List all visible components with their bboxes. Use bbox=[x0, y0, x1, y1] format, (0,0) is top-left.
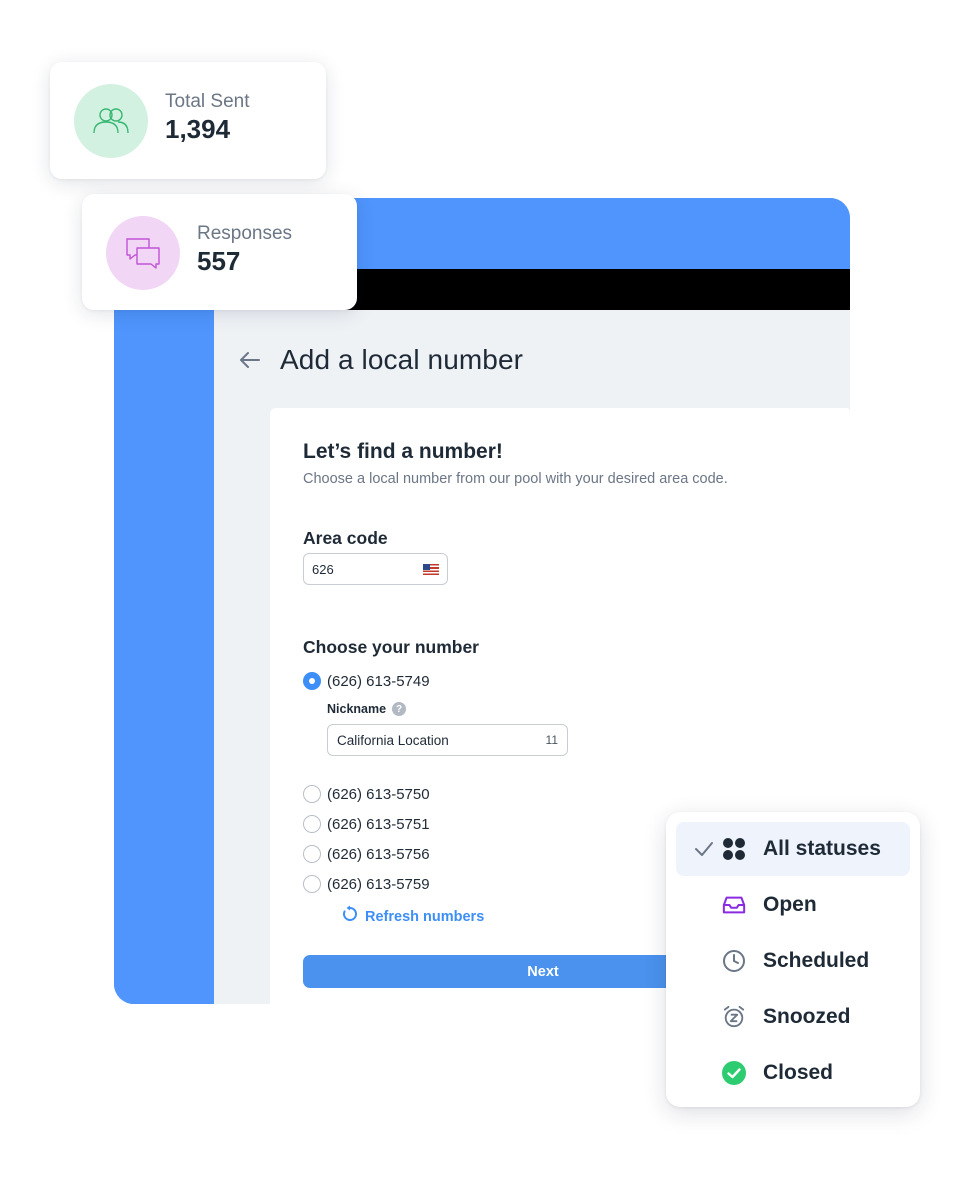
status-label-all: All statuses bbox=[763, 837, 881, 860]
number-option-label: (626) 613-5751 bbox=[327, 815, 430, 833]
number-option-label: (626) 613-5750 bbox=[327, 785, 430, 803]
number-option[interactable]: (626) 613-5749 bbox=[303, 672, 430, 690]
users-icon bbox=[74, 84, 148, 158]
responses-value: 557 bbox=[197, 246, 241, 276]
area-code-input[interactable]: 626 bbox=[303, 553, 448, 585]
chat-bubbles-icon bbox=[106, 216, 180, 290]
refresh-icon bbox=[341, 905, 359, 928]
status-item-open[interactable]: Open bbox=[676, 878, 910, 932]
arrow-left-icon[interactable] bbox=[238, 348, 262, 372]
nickname-input[interactable]: California Location 11 bbox=[327, 724, 568, 756]
radio-unselected[interactable] bbox=[303, 875, 321, 893]
nickname-label: Nickname ? bbox=[327, 702, 407, 716]
radio-selected[interactable] bbox=[303, 672, 321, 690]
nickname-char-count: 11 bbox=[545, 733, 558, 747]
radio-unselected[interactable] bbox=[303, 845, 321, 863]
responses-card: Responses 557 bbox=[82, 194, 357, 310]
refresh-numbers-label: Refresh numbers bbox=[365, 908, 485, 925]
check-circle-icon bbox=[722, 1061, 746, 1085]
number-option-label: (626) 613-5759 bbox=[327, 875, 430, 893]
status-item-scheduled[interactable]: Scheduled bbox=[676, 934, 910, 988]
total-sent-value: 1,394 bbox=[165, 114, 231, 144]
inbox-icon bbox=[722, 893, 746, 917]
page-title: Add a local number bbox=[280, 344, 524, 375]
radio-unselected[interactable] bbox=[303, 815, 321, 833]
form-subtitle: Choose a local number from our pool with… bbox=[303, 471, 728, 487]
area-code-value: 626 bbox=[312, 561, 334, 577]
status-label-snoozed: Snoozed bbox=[763, 1005, 851, 1028]
us-flag-icon bbox=[423, 563, 439, 575]
page-header: Add a local number bbox=[238, 344, 523, 376]
nickname-value: California Location bbox=[337, 732, 449, 748]
number-option-label: (626) 613-5756 bbox=[327, 845, 430, 863]
nickname-label-text: Nickname bbox=[327, 702, 387, 716]
status-label-scheduled: Scheduled bbox=[763, 949, 870, 972]
number-option[interactable]: (626) 613-5750 bbox=[303, 785, 430, 803]
status-item-all[interactable]: All statuses bbox=[676, 822, 910, 876]
status-item-closed[interactable]: Closed bbox=[676, 1046, 910, 1100]
total-sent-label: Total Sent bbox=[165, 91, 250, 112]
status-label-open: Open bbox=[763, 893, 817, 916]
help-icon[interactable]: ? bbox=[392, 702, 407, 716]
refresh-numbers-button[interactable]: Refresh numbers bbox=[341, 905, 484, 928]
choose-number-label: Choose your number bbox=[303, 637, 479, 657]
four-dots-icon bbox=[722, 837, 746, 861]
number-option[interactable]: (626) 613-5751 bbox=[303, 815, 430, 833]
status-filter-menu: All statuses Open Scheduled Snoozed Clos… bbox=[666, 812, 920, 1107]
app-sidebar bbox=[114, 269, 214, 1004]
number-option[interactable]: (626) 613-5756 bbox=[303, 845, 430, 863]
clock-icon bbox=[722, 949, 746, 973]
total-sent-card: Total Sent 1,394 bbox=[50, 62, 326, 179]
checkmark-icon bbox=[694, 839, 714, 859]
number-option-label: (626) 613-5749 bbox=[327, 672, 430, 690]
responses-label: Responses bbox=[197, 223, 293, 244]
number-option[interactable]: (626) 613-5759 bbox=[303, 875, 430, 893]
area-code-label: Area code bbox=[303, 528, 388, 548]
status-label-closed: Closed bbox=[763, 1061, 834, 1084]
status-item-snoozed[interactable]: Snoozed bbox=[676, 990, 910, 1044]
radio-unselected[interactable] bbox=[303, 785, 321, 803]
alarm-icon bbox=[722, 1005, 746, 1029]
form-title: Let’s find a number! bbox=[303, 440, 503, 463]
